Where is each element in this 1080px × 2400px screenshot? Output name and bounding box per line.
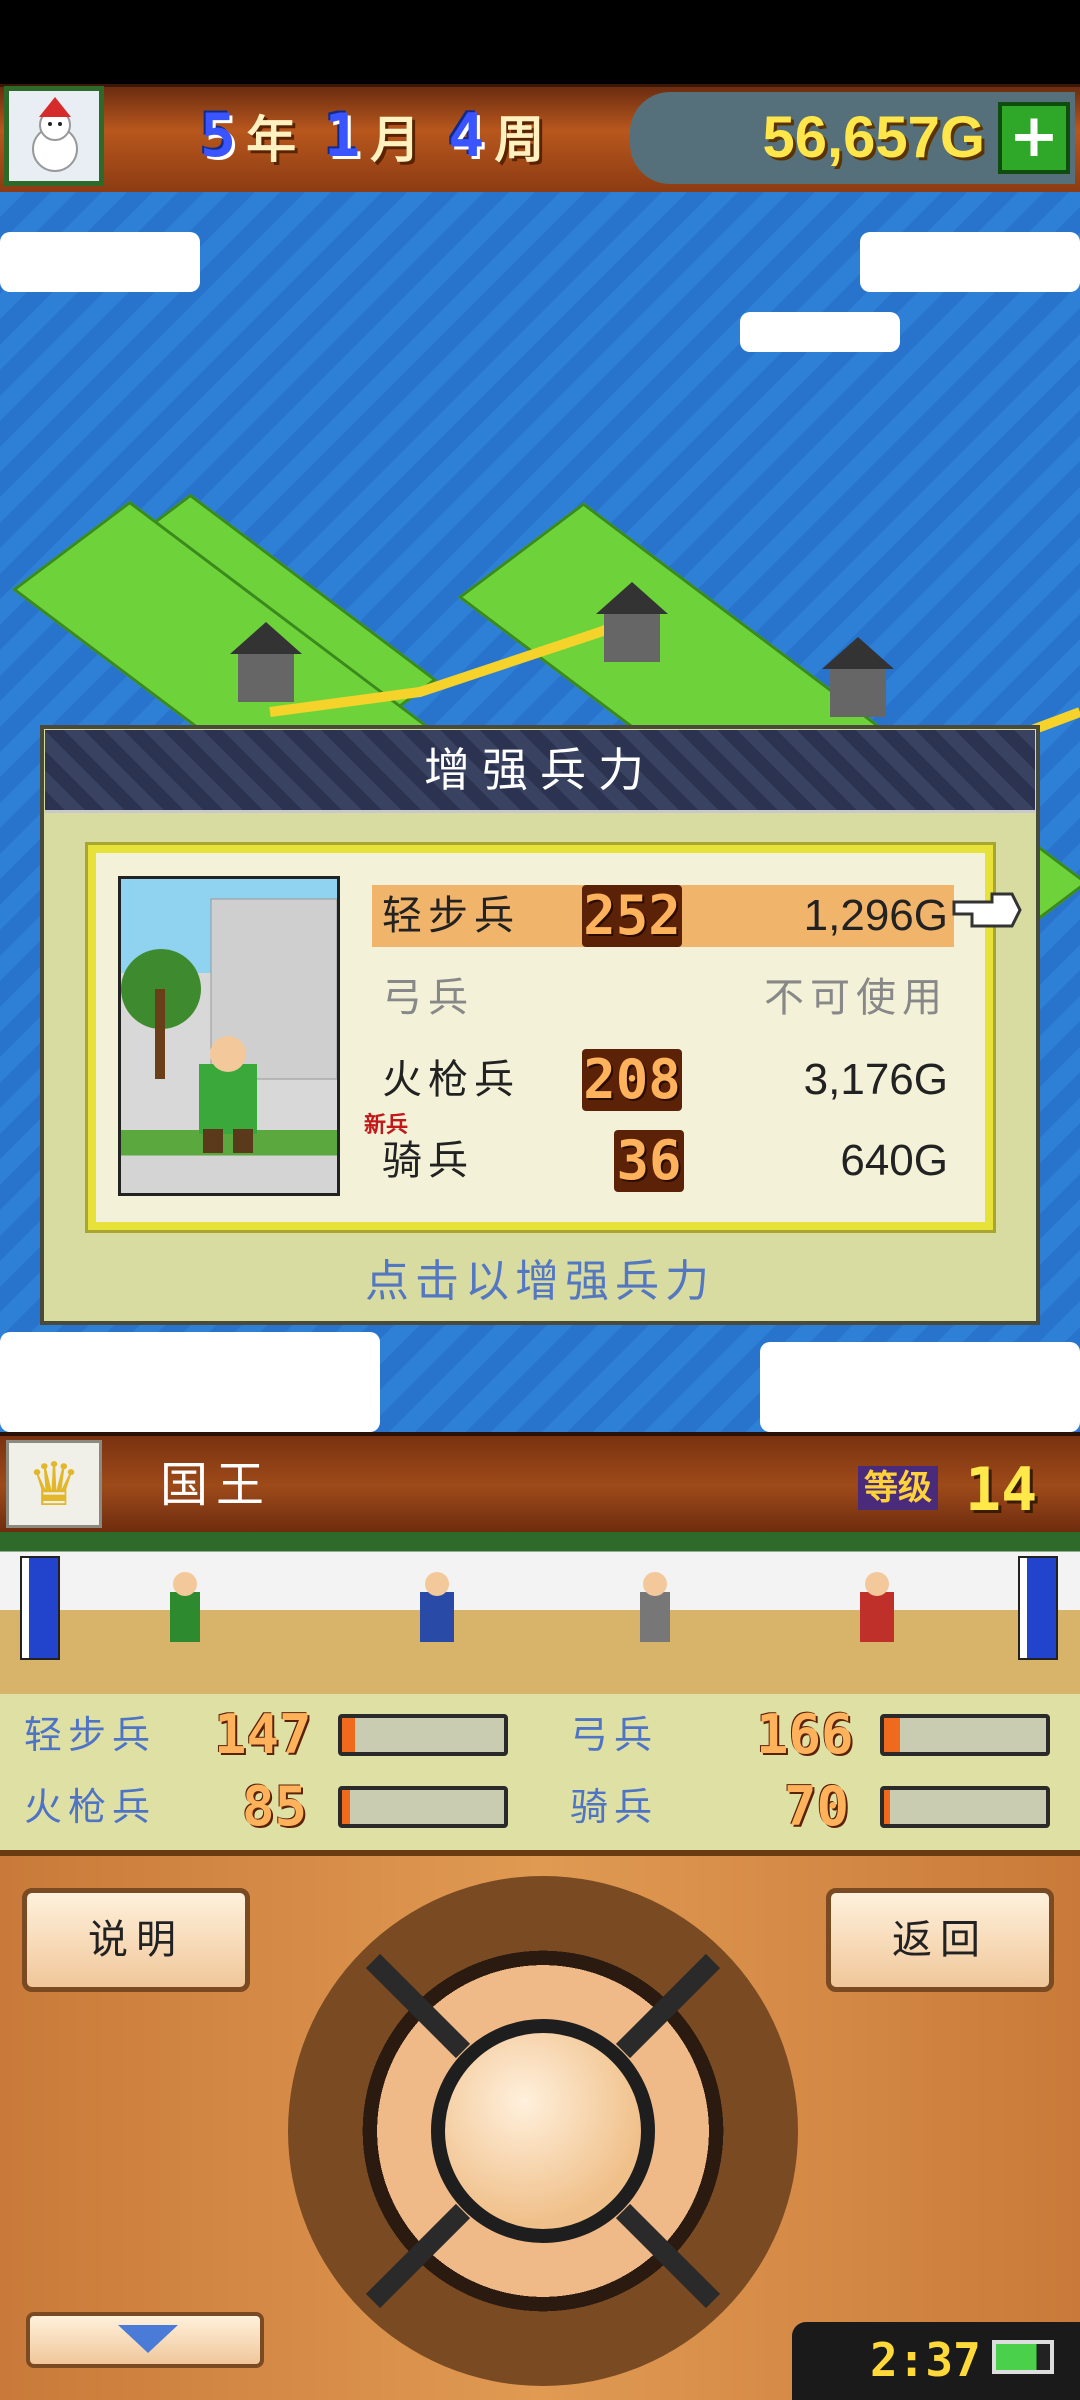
add-gold-button[interactable]: + — [998, 102, 1070, 174]
soldier-illustration — [121, 898, 338, 1153]
troop-label: 火枪兵 — [24, 1785, 157, 1829]
troop-bar-fill — [342, 1718, 355, 1752]
level-label: 等级 — [858, 1466, 938, 1510]
unit-count: 36 — [614, 1130, 684, 1192]
week-number: 4 — [448, 101, 485, 171]
troop-stat-light-infantry: 轻步兵 147 — [24, 1702, 524, 1768]
battery-icon — [992, 2340, 1054, 2374]
week-unit: 周 — [494, 111, 545, 169]
unit-name: 弓兵 — [382, 975, 474, 1021]
unit-name: 骑兵 — [382, 1138, 474, 1184]
castle-icon — [822, 637, 894, 717]
unit-row-cavalry[interactable]: 骑兵 36 640G — [372, 1130, 954, 1192]
troop-bar-fill — [342, 1790, 351, 1824]
unit-count: 208 — [582, 1048, 682, 1111]
musketeer-sprite — [640, 1572, 670, 1642]
troop-value: 147 — [214, 1703, 312, 1766]
troop-label: 骑兵 — [570, 1785, 659, 1829]
unit-unavailable: 不可使用 — [764, 975, 948, 1021]
month-unit: 月 — [370, 111, 421, 169]
infantry-sprite — [170, 1572, 200, 1642]
troop-stat-cavalry: 骑兵 70 — [570, 1774, 1070, 1840]
pointing-hand-icon — [952, 888, 1022, 932]
new-badge: 新兵 — [364, 1113, 409, 1138]
soldier-portrait — [118, 876, 340, 1196]
year-number: 5 — [200, 101, 237, 171]
game-date: 5 年 1 月 4 周 — [200, 96, 562, 176]
unit-name: 火枪兵 — [382, 1057, 520, 1103]
troop-label: 轻步兵 — [24, 1713, 157, 1757]
snowman-icon — [9, 91, 99, 181]
unit-row-light-infantry[interactable]: 轻步兵 252 1,296G — [372, 885, 954, 947]
army-sprites — [170, 1572, 894, 1642]
dialog-title: 增强兵力 — [424, 743, 656, 797]
player-avatar[interactable] — [4, 86, 104, 186]
unit-price: 3,176G — [803, 1055, 948, 1104]
level-value: 14 — [965, 1455, 1038, 1525]
clock-time: 2:37 — [870, 2333, 981, 2387]
general-sprite — [860, 1572, 894, 1642]
troop-value: 166 — [756, 1703, 854, 1766]
unit-count: 252 — [582, 884, 682, 947]
troop-stats-panel: 轻步兵 147 弓兵 166 火枪兵 85 骑兵 70 — [0, 1694, 1080, 1856]
dialog-hint[interactable]: 点击以增强兵力 — [40, 1245, 1040, 1309]
help-button[interactable]: 说明 — [22, 1888, 250, 1992]
troop-bar — [880, 1786, 1050, 1828]
troop-bar — [338, 1714, 508, 1756]
unit-row-archer: 弓兵 不可使用 — [372, 967, 954, 1029]
castle-icon — [230, 622, 302, 702]
troop-stat-archer: 弓兵 166 — [570, 1702, 1070, 1768]
unit-row-musketeer[interactable]: 火枪兵 208 3,176G — [372, 1049, 954, 1111]
archer-sprite — [420, 1572, 454, 1642]
castle-icon — [596, 582, 668, 662]
troop-label: 弓兵 — [570, 1713, 659, 1757]
troop-value: 85 — [242, 1775, 308, 1838]
unit-name: 轻步兵 — [382, 893, 520, 939]
crown-icon: ♛ — [6, 1440, 102, 1528]
month-number: 1 — [324, 101, 361, 171]
troop-bar — [880, 1714, 1050, 1756]
troop-bar-fill — [884, 1718, 901, 1752]
back-button[interactable]: 返回 — [826, 1888, 1054, 1992]
year-unit: 年 — [246, 111, 297, 169]
chevron-down-icon — [118, 2325, 178, 2353]
unit-price: 640G — [840, 1136, 948, 1185]
army-parade-strip — [0, 1532, 1080, 1698]
troop-value: 70 — [784, 1775, 850, 1838]
king-name: 国王 — [160, 1457, 273, 1513]
route-line — [269, 607, 652, 717]
unit-price: 1,296G — [803, 891, 948, 940]
troop-stat-musketeer: 火枪兵 85 — [24, 1774, 524, 1840]
troop-bar-fill — [884, 1790, 891, 1824]
gold-amount: 56,657G — [762, 105, 985, 170]
troop-bar — [338, 1786, 508, 1828]
dpad-center-button[interactable] — [431, 2019, 655, 2243]
